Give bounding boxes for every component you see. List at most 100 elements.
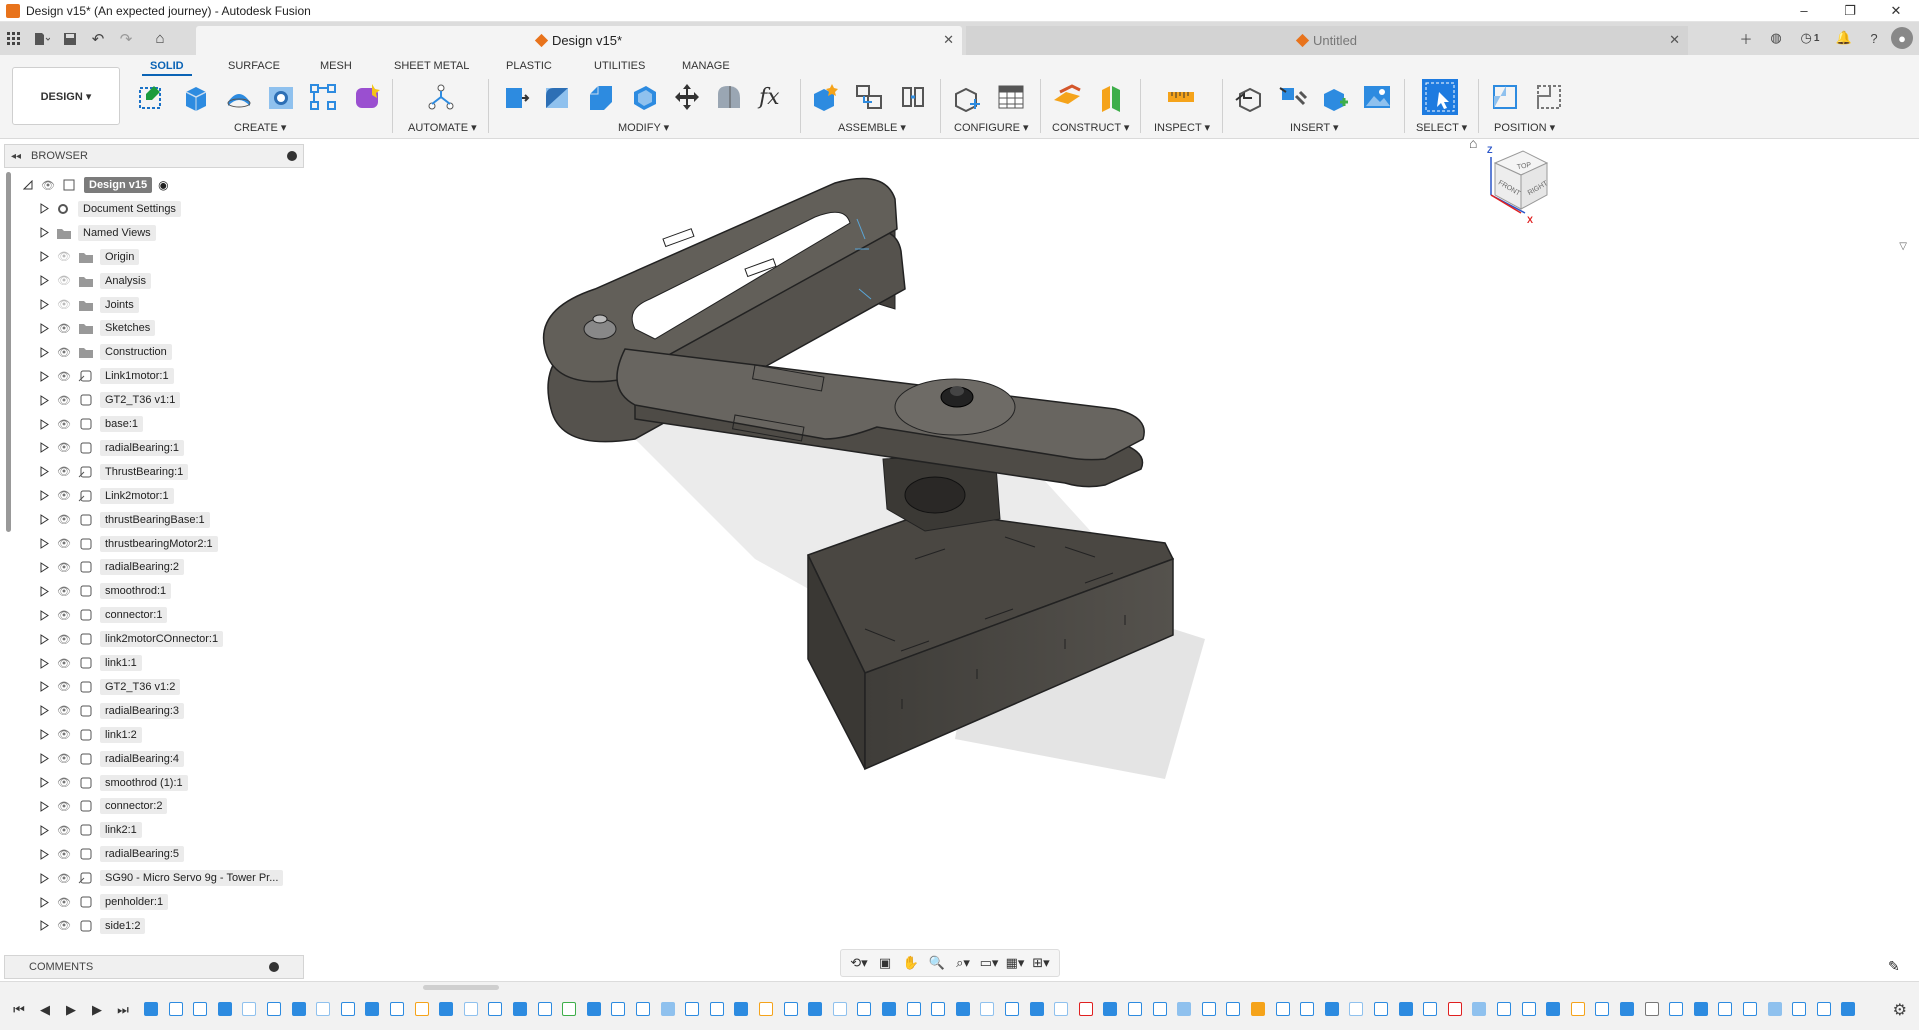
capture-position-icon[interactable] (1488, 80, 1522, 114)
play-icon[interactable]: ▶ (62, 1002, 80, 1018)
expand-arrow-icon[interactable] (38, 370, 50, 382)
tree-item[interactable]: 👁 connector:1 (4, 604, 168, 626)
expand-arrow-icon[interactable] (38, 466, 50, 478)
viewcube-menu-icon[interactable]: ▽ (1899, 241, 1907, 252)
timeline-feature-icon[interactable] (242, 1002, 257, 1016)
visibility-eye-icon[interactable]: 👁 (56, 633, 72, 646)
insert-derive-icon[interactable] (1232, 80, 1266, 114)
look-at-icon[interactable]: ▣ (873, 955, 897, 971)
timeline-feature-icon[interactable] (1324, 1002, 1339, 1016)
expand-arrow-icon[interactable] (38, 227, 50, 239)
expand-arrow-icon[interactable] (38, 251, 50, 263)
expand-arrow-icon[interactable] (38, 203, 50, 215)
timeline-scrollbar[interactable] (423, 985, 499, 990)
visibility-eye-icon[interactable]: 👁 (56, 657, 72, 670)
timeline-feature-icon[interactable] (1177, 1002, 1192, 1016)
timeline-feature-icon[interactable] (660, 1002, 675, 1016)
timeline-feature-icon[interactable] (1669, 1002, 1684, 1016)
viewcube-graphic[interactable] (1465, 133, 1565, 233)
expand-arrow-icon[interactable] (38, 848, 50, 860)
create-group-label[interactable]: CREATE ▾ (234, 121, 286, 134)
automate-icon[interactable] (424, 80, 458, 114)
timeline-feature-icon[interactable] (1398, 1002, 1413, 1016)
tab-design-v15[interactable]: Design v15* ✕ (196, 26, 962, 55)
tree-item[interactable]: 👁 Sketches (4, 317, 156, 339)
timeline-feature-icon[interactable] (316, 1002, 331, 1016)
display-settings-icon[interactable]: ▭▾ (977, 955, 1001, 971)
browser-minimize-button[interactable] (287, 151, 297, 161)
tree-item[interactable]: 👁 side1:2 (4, 915, 146, 937)
fit-icon[interactable]: ⌕▾ (951, 955, 975, 971)
timeline-feature-icon[interactable] (783, 1002, 798, 1016)
save-icon[interactable] (56, 25, 84, 53)
tree-item[interactable]: 👁 link1:1 (4, 652, 142, 674)
tree-item[interactable]: 👁 thrustbearingMotor2:1 (4, 533, 218, 555)
timeline-feature-icon[interactable] (537, 1002, 552, 1016)
timeline-feature-icon[interactable] (340, 1002, 355, 1016)
extrude-icon[interactable] (178, 80, 212, 114)
tree-item[interactable]: 👁 base:1 (4, 413, 144, 435)
chamfer-icon[interactable] (584, 80, 618, 114)
tab-manage[interactable]: MANAGE (674, 58, 738, 74)
measure-icon[interactable] (1164, 80, 1198, 114)
visibility-eye-icon[interactable]: 👁 (56, 513, 72, 526)
visibility-eye-icon[interactable]: 👁 (56, 776, 72, 789)
timeline-feature-icon[interactable] (857, 1002, 872, 1016)
visibility-eye-icon[interactable]: 👁 (56, 489, 72, 502)
tree-item[interactable]: 👁 SG90 - Micro Servo 9g - Tower Pr... (4, 867, 284, 889)
timeline-feature-icon[interactable] (1275, 1002, 1290, 1016)
timeline-feature-icon[interactable] (1595, 1002, 1610, 1016)
expand-arrow-icon[interactable] (38, 824, 50, 836)
tree-item[interactable]: 👁Named Views (4, 222, 156, 244)
timeline-feature-icon[interactable] (1226, 1002, 1241, 1016)
timeline-feature-icon[interactable] (1054, 1002, 1069, 1016)
timeline-feature-icon[interactable] (1128, 1002, 1142, 1016)
timeline-feature-icon[interactable] (1743, 1002, 1757, 1016)
create-sketch-icon[interactable] (134, 80, 168, 114)
tree-item[interactable]: 👁 link1:2 (4, 724, 142, 746)
timeline-feature-icon[interactable] (193, 1002, 208, 1016)
tree-item[interactable]: 👁 Link2motor:1 (4, 485, 174, 507)
timeline-feature-icon[interactable] (1546, 1002, 1561, 1016)
configuration-table-icon[interactable] (994, 80, 1028, 114)
data-panel-icon[interactable] (0, 25, 28, 53)
visibility-eye-icon[interactable]: 👁 (56, 274, 72, 287)
form-icon[interactable] (350, 80, 384, 114)
timeline-feature-icon[interactable] (390, 1002, 404, 1016)
timeline-feature-icon[interactable] (1792, 1002, 1807, 1016)
configure-icon[interactable] (950, 80, 984, 114)
expand-arrow-icon[interactable] (38, 729, 50, 741)
timeline-feature-icon[interactable] (808, 1002, 823, 1016)
visibility-eye-icon[interactable]: 👁 (56, 728, 72, 741)
insert-component-icon[interactable] (1318, 80, 1352, 114)
go-to-start-icon[interactable]: ⏮ (10, 1002, 28, 1018)
timeline-feature-icon[interactable] (291, 1002, 306, 1016)
tree-item[interactable]: 👁 radialBearing:4 (4, 748, 184, 770)
visibility-eye-icon[interactable]: 👁 (56, 465, 72, 478)
tree-item[interactable]: 👁 Joints (4, 294, 139, 316)
revert-position-icon[interactable] (1532, 80, 1566, 114)
split-body-icon[interactable] (712, 80, 746, 114)
timeline-feature-icon[interactable] (1078, 1002, 1093, 1016)
move-copy-icon[interactable] (670, 80, 704, 114)
fillet-icon[interactable] (540, 80, 574, 114)
home-view-icon[interactable]: ⌂ (1469, 135, 1477, 151)
timeline-feature-icon[interactable] (414, 1002, 429, 1016)
expand-arrow-icon[interactable] (38, 896, 50, 908)
help-icon[interactable]: ? (1861, 25, 1887, 51)
visibility-eye-icon[interactable]: 👁 (56, 537, 72, 550)
timeline-feature-icon[interactable] (1103, 1002, 1118, 1016)
visibility-eye-icon[interactable]: 👁 (56, 250, 72, 263)
tree-item[interactable]: 👁 connector:2 (4, 795, 168, 817)
select-group-label[interactable]: SELECT ▾ (1416, 121, 1467, 134)
timeline-feature-icon[interactable] (1152, 1002, 1167, 1016)
tree-item[interactable]: 👁 link2:1 (4, 819, 142, 841)
insert-mcmaster-icon[interactable] (1276, 80, 1310, 114)
timeline-feature-icon[interactable] (636, 1002, 650, 1016)
visibility-eye-icon[interactable]: 👁 (56, 298, 72, 311)
activate-radio-icon[interactable]: ◉ (158, 178, 168, 192)
tab-mesh[interactable]: MESH (312, 58, 360, 74)
expand-arrow-icon[interactable] (38, 442, 50, 454)
visibility-eye-icon[interactable]: 👁 (56, 848, 72, 861)
timeline-feature-icon[interactable] (1497, 1002, 1511, 1016)
